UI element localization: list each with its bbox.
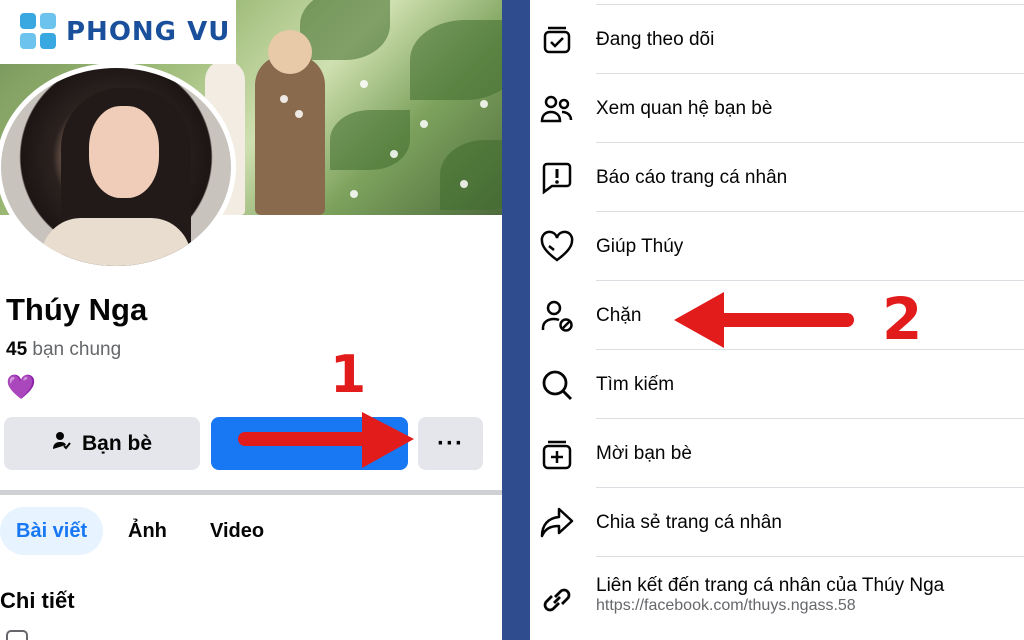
tab-video[interactable]: Video [210,507,264,555]
annotation-arrow-1 [238,412,414,468]
search-icon [542,370,573,401]
heart-icon [540,230,574,262]
menu-label: Giúp Thúy [596,236,684,257]
menu-label: Xem quan hệ bạn bè [596,98,773,119]
friends-button[interactable]: Bạn bè [4,417,200,470]
friendship-icon [540,95,573,123]
share-icon [540,507,574,538]
link-icon [543,588,571,612]
instagram-icon [6,630,28,640]
menu-label: Chặn [596,305,642,326]
menu-label: Báo cáo trang cá nhân [596,167,788,188]
menu-item-report[interactable]: Báo cáo trang cá nhân [530,143,1024,212]
more-options-button[interactable]: ··· [418,417,483,470]
mutual-friends[interactable]: 45 bạn chung [6,339,121,361]
menu-item-invite[interactable]: Mời bạn bè [530,419,1024,488]
annotation-arrow-2 [674,292,854,348]
bio-emoji: 💜 [6,374,36,401]
friends-label: Bạn bè [81,431,152,455]
panel-separator [502,0,530,640]
logo-text: PHONG VU [66,17,231,47]
menu-label: Mời bạn bè [596,443,692,464]
menu-item-following[interactable]: Đang theo dõi [530,5,1024,74]
report-icon [542,162,572,195]
tab-posts[interactable]: Bài viết [0,507,104,555]
phong-vu-logo: PHONG VU [0,0,236,64]
profile-name: Thúy Nga [6,292,148,327]
details-heading: Chi tiết [0,588,75,613]
menu-label: Đang theo dõi [596,29,715,50]
menu-item-friendship[interactable]: Xem quan hệ bạn bè [530,74,1024,143]
mutual-count: 45 [6,339,28,360]
annotation-step-2: 2 [882,285,923,353]
block-user-icon [541,300,573,332]
friend-check-icon [52,431,72,456]
mutual-label: bạn chung [32,339,122,360]
menu-item-share[interactable]: Chia sẻ trang cá nhân [530,488,1024,557]
menu-label: Tìm kiếm [596,374,675,395]
menu-item-search[interactable]: Tìm kiếm [530,350,1024,419]
profile-avatar[interactable] [0,63,236,271]
menu-label: Liên kết đến trang cá nhân của Thúy Nga [596,575,945,596]
menu-item-profile-link[interactable]: Liên kết đến trang cá nhân của Thúy Nga … [530,557,1024,637]
following-icon [543,26,571,54]
menu-label: Chia sẻ trang cá nhân [596,512,782,533]
tab-photos[interactable]: Ảnh [128,507,167,555]
section-divider [0,490,502,495]
profile-url: https://facebook.com/thuys.ngass.58 [596,597,856,614]
logo-mark-icon [20,13,58,51]
annotation-step-1: 1 [330,345,367,405]
profile-options-menu: Đang theo dõi Xem quan hệ bạn bè Báo cáo… [530,0,1024,640]
profile-panel: PHONG VU Thúy Nga 45 bạn chung 💜 Bạn bè … [0,0,502,640]
menu-item-support[interactable]: Giúp Thúy [530,212,1024,281]
invite-icon [542,440,572,470]
